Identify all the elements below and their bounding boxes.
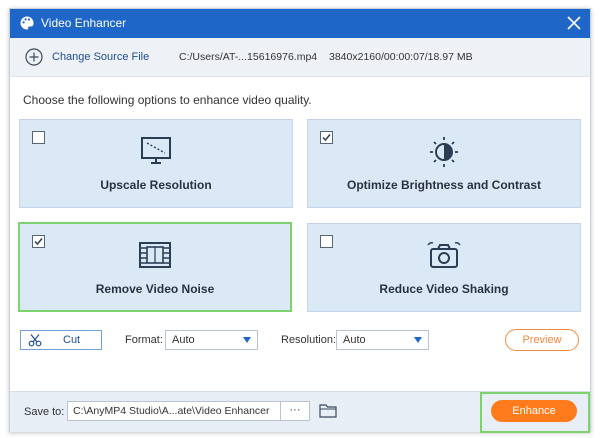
instruction-text: Choose the following options to enhance … <box>23 93 312 107</box>
option-remove-video-noise[interactable]: Remove Video Noise <box>18 222 292 312</box>
browse-button[interactable]: ··· <box>280 401 310 421</box>
footer-bar: Save to: C:\AnyMP4 Studio\A...ate\Video … <box>10 391 590 433</box>
chevron-down-icon <box>414 337 422 343</box>
scissors-icon <box>28 334 42 347</box>
format-select[interactable]: Auto <box>165 330 258 350</box>
source-bar: Change Source File C:/Users/AT-...156169… <box>10 38 590 77</box>
brightness-icon <box>430 137 458 167</box>
option-reduce-video-shaking[interactable]: Reduce Video Shaking <box>307 223 581 312</box>
option-label: Reduce Video Shaking <box>379 282 509 296</box>
film-icon <box>139 242 171 268</box>
check-icon <box>34 238 43 246</box>
option-label: Remove Video Noise <box>95 282 215 296</box>
brightness-checkbox[interactable] <box>320 131 333 144</box>
enhance-button[interactable]: Enhance <box>491 400 577 422</box>
enhance-highlight: Enhance <box>480 392 590 433</box>
add-circle-icon[interactable] <box>25 48 43 66</box>
video-enhancer-window: Video Enhancer Change Source File C:/Use… <box>9 8 591 433</box>
preview-button[interactable]: Preview <box>505 329 579 351</box>
format-value: Auto <box>172 334 195 346</box>
monitor-icon <box>141 137 171 164</box>
upscale-checkbox[interactable] <box>32 131 45 144</box>
resolution-select[interactable]: Auto <box>336 330 429 350</box>
option-label: Upscale Resolution <box>100 178 212 192</box>
option-label: Optimize Brightness and Contrast <box>346 178 542 192</box>
option-optimize-brightness[interactable]: Optimize Brightness and Contrast <box>307 119 581 208</box>
chevron-down-icon <box>243 337 251 343</box>
folder-icon[interactable] <box>319 403 337 418</box>
window-title: Video Enhancer <box>41 16 127 30</box>
format-label: Format: <box>125 334 163 346</box>
title-bar: Video Enhancer <box>10 9 590 38</box>
source-file-meta: 3840x2160/00:00:07/18.97 MB <box>329 51 473 63</box>
save-path-value: C:\AnyMP4 Studio\A...ate\Video Enhancer <box>73 405 270 417</box>
close-icon[interactable] <box>566 15 582 31</box>
resolution-label: Resolution: <box>281 334 337 346</box>
palette-icon <box>20 16 34 30</box>
cut-button[interactable]: Cut <box>20 330 102 350</box>
source-file-path: C:/Users/AT-...15616976.mp4 <box>179 51 318 63</box>
save-to-label: Save to: <box>24 406 65 418</box>
camera-shake-icon <box>427 242 461 268</box>
option-upscale-resolution[interactable]: Upscale Resolution <box>19 119 293 208</box>
shaking-checkbox[interactable] <box>320 235 333 248</box>
change-source-file-link[interactable]: Change Source File <box>52 51 149 63</box>
check-icon <box>322 134 331 142</box>
cut-label: Cut <box>63 334 81 346</box>
resolution-value: Auto <box>343 334 366 346</box>
save-path-field[interactable]: C:\AnyMP4 Studio\A...ate\Video Enhancer <box>67 401 282 421</box>
noise-checkbox[interactable] <box>32 235 45 248</box>
